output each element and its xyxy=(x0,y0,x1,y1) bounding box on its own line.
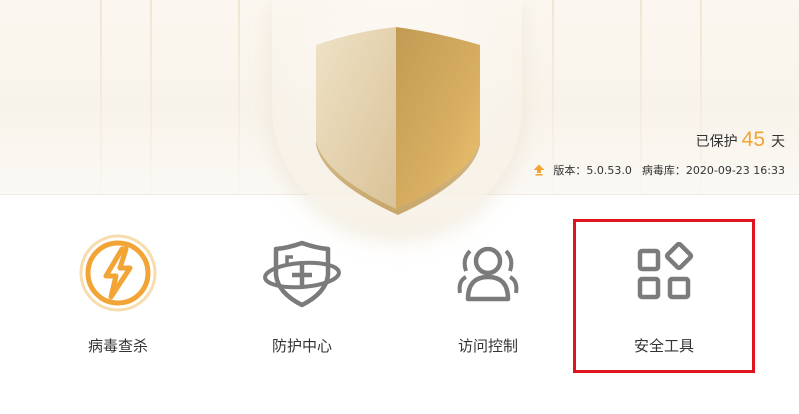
decor-stripe xyxy=(238,0,240,194)
version-value: 5.0.53.0 xyxy=(586,163,632,177)
antivirus-main-window: 已保护 45 天 版本： 5.0.53.0 病毒库： 2020-09-23 16… xyxy=(0,0,799,414)
access-control-users-icon xyxy=(457,246,519,302)
protected-prefix: 已保护 xyxy=(695,134,738,150)
protected-days-indicator: 已保护 45 天 xyxy=(696,128,785,152)
tile-label: 访问控制 xyxy=(457,337,518,355)
protected-suffix: 天 xyxy=(771,134,785,150)
upgrade-arrow-icon[interactable] xyxy=(533,164,545,176)
protection-shield-icon[interactable] xyxy=(312,25,484,217)
tile-label: 病毒查杀 xyxy=(87,337,148,355)
tile-security-tools[interactable]: 安全工具 xyxy=(574,195,754,395)
version-info: 版本： 5.0.53.0 病毒库： 2020-09-23 16:33 xyxy=(533,162,785,178)
tile-virus-scan[interactable]: 病毒查杀 xyxy=(28,195,208,395)
version-label: 版本： xyxy=(553,164,587,177)
protection-center-shield-icon xyxy=(263,240,341,308)
tile-label: 安全工具 xyxy=(633,337,694,355)
protected-days-count: 45 xyxy=(741,128,765,151)
security-tools-grid-icon xyxy=(637,241,694,300)
tile-label: 防护中心 xyxy=(271,337,332,355)
virus-db-value: 2020-09-23 16:33 xyxy=(685,163,785,177)
virus-db-label: 病毒库： xyxy=(641,164,686,177)
decor-stripe xyxy=(100,0,102,194)
virus-scan-lightning-icon xyxy=(79,234,157,312)
decor-stripe xyxy=(150,0,152,194)
